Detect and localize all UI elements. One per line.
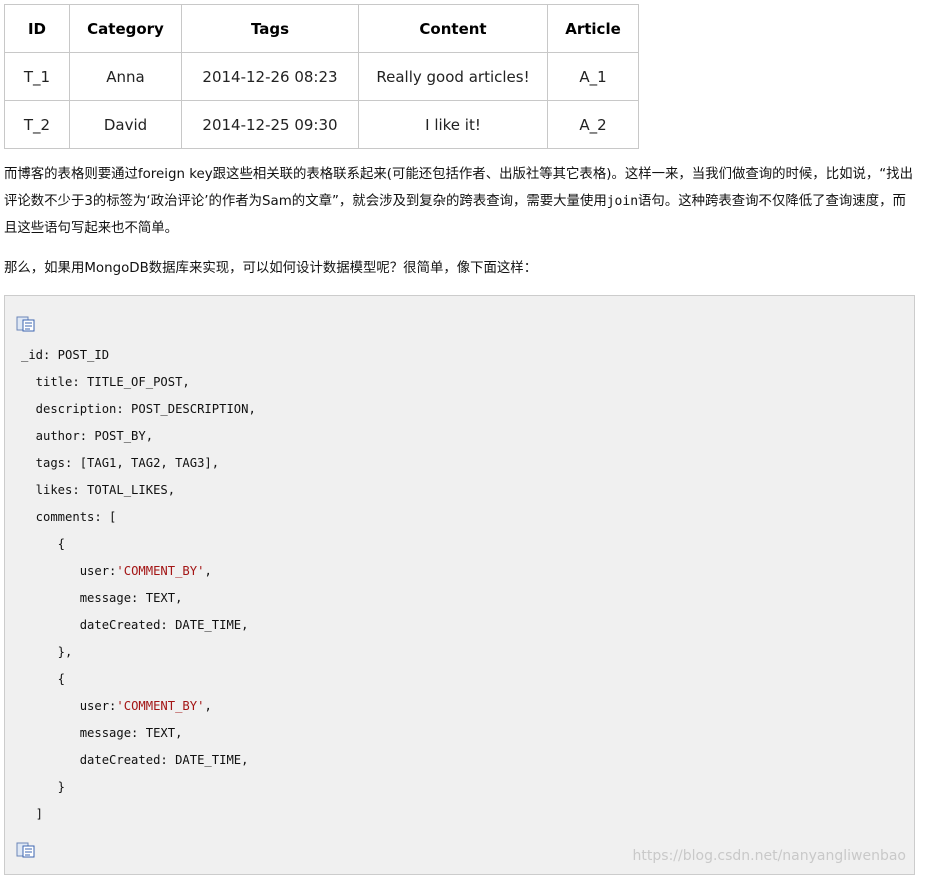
- code-punct: ,: [204, 699, 212, 713]
- code-line: message: TEXT,: [21, 591, 183, 605]
- col-header-id: ID: [4, 4, 70, 53]
- table-cell: Anna: [69, 52, 182, 101]
- table-row: T_2 David 2014-12-25 09:30 I like it! A_…: [4, 100, 639, 149]
- inline-code: join: [606, 194, 639, 209]
- code-line: tags: [TAG1, TAG2, TAG3],: [21, 456, 220, 470]
- col-header-article: Article: [547, 4, 639, 53]
- col-header-category: Category: [69, 4, 182, 53]
- code-key: user:: [21, 699, 117, 713]
- table-cell: T_2: [4, 100, 70, 149]
- code-line: likes: TOTAL_LIKES,: [21, 483, 176, 497]
- table-cell: T_1: [4, 52, 70, 101]
- code-line: _id: POST_ID: [21, 348, 110, 362]
- code-line: dateCreated: DATE_TIME,: [21, 753, 249, 767]
- copy-icon[interactable]: [16, 842, 36, 858]
- table-cell: I like it!: [358, 100, 548, 149]
- table-header-row: ID Category Tags Content Article: [4, 4, 639, 53]
- copy-icon[interactable]: [16, 316, 36, 332]
- col-header-tags: Tags: [181, 4, 359, 53]
- paragraph-joins: 而博客的表格则要通过foreign key跟这些相关联的表格联系起来(可能还包括…: [4, 161, 914, 242]
- code-line: message: TEXT,: [21, 726, 183, 740]
- code-string: 'COMMENT_BY': [116, 564, 205, 578]
- data-table: ID Category Tags Content Article T_1 Ann…: [4, 4, 639, 149]
- code-line: comments: [: [21, 510, 117, 524]
- code-line: },: [21, 645, 73, 659]
- table-cell: 2014-12-26 08:23: [181, 52, 359, 101]
- code-line: author: POST_BY,: [21, 429, 154, 443]
- code-line: user:'COMMENT_BY',: [21, 693, 256, 720]
- table-cell: 2014-12-25 09:30: [181, 100, 359, 149]
- code-line: ]: [21, 807, 44, 821]
- table-row: T_1 Anna 2014-12-26 08:23 Really good ar…: [4, 52, 639, 101]
- code-block: _id: POST_ID title: TITLE_OF_POST, descr…: [4, 295, 915, 875]
- code-content: _id: POST_ID title: TITLE_OF_POST, descr…: [21, 342, 256, 828]
- code-string: 'COMMENT_BY': [116, 699, 205, 713]
- table-cell: A_1: [547, 52, 639, 101]
- code-line: title: TITLE_OF_POST,: [21, 375, 190, 389]
- col-header-content: Content: [358, 4, 548, 53]
- code-punct: ,: [204, 564, 212, 578]
- code-key: user:: [21, 564, 117, 578]
- table-cell: Really good articles!: [358, 52, 548, 101]
- watermark: https://blog.csdn.net/nanyangliwenbao: [632, 848, 906, 864]
- code-line: user:'COMMENT_BY',: [21, 558, 256, 585]
- table-cell: David: [69, 100, 182, 149]
- code-line: }: [21, 780, 66, 794]
- paragraph-mongodb: 那么，如果用MongoDB数据库来实现，可以如何设计数据模型呢？很简单，像下面这…: [4, 261, 538, 276]
- code-line: dateCreated: DATE_TIME,: [21, 618, 249, 632]
- code-line: description: POST_DESCRIPTION,: [21, 402, 256, 416]
- code-line: {: [21, 537, 66, 551]
- table-cell: A_2: [547, 100, 639, 149]
- code-line: {: [21, 672, 66, 686]
